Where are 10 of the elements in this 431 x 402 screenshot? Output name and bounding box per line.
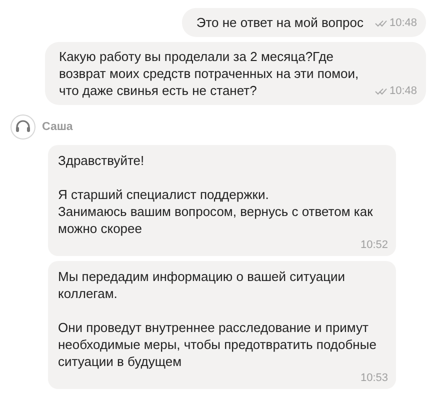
message-text: Это не ответ на мой вопрос xyxy=(196,14,364,31)
message-text: Здравствуйте! Я старший специалист поддержки. Занимаюсь вашим вопросом, вернусь с ответом как можно скорее xyxy=(58,152,374,237)
message-time: 10:48 xyxy=(389,16,417,31)
sender-name: Саша xyxy=(42,121,73,133)
headset-avatar-icon xyxy=(10,114,36,140)
message-time: 10:48 xyxy=(389,84,417,99)
message-text: Какую работу вы проделали за 2 месяца?Где возврат моих средств потраченных на эти помои, что даже свинья есть не станет? xyxy=(59,48,360,99)
message-time: 10:53 xyxy=(360,371,388,386)
message-text: Мы передадим информацию о вашей ситуации коллегам. Они проведут внутреннее расследование и примут необходимые меры, чтобы предотвратить подобные ситуации в будущем xyxy=(58,268,378,370)
message-time: 10:52 xyxy=(360,238,388,253)
